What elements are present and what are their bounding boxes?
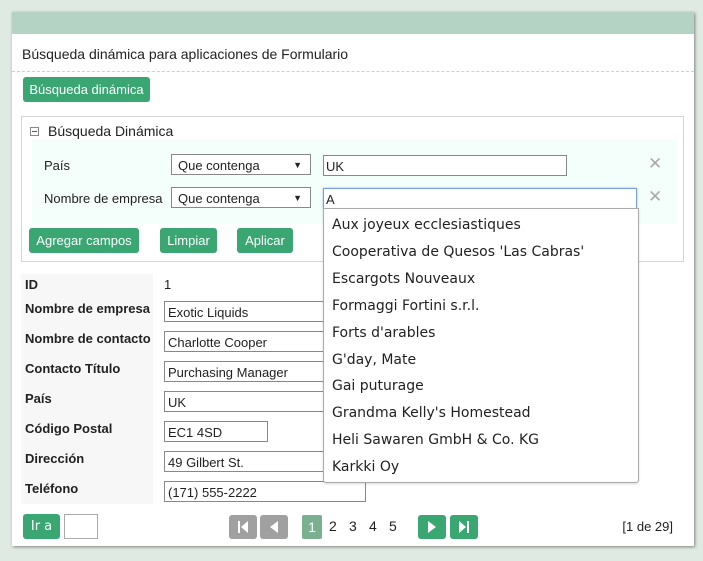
filter-value-input-country[interactable]: UK xyxy=(323,155,567,176)
field-label: Código Postal xyxy=(25,421,113,436)
add-fields-button[interactable]: Agregar campos xyxy=(29,228,139,253)
page-link[interactable]: 2 xyxy=(329,518,337,534)
autocomplete-option[interactable]: Escargots Nouveaux xyxy=(332,271,475,287)
postal-code-input[interactable]: EC1 4SD xyxy=(164,421,268,442)
autocomplete-dropdown: Aux joyeux ecclesiastiques Cooperativa d… xyxy=(323,208,639,483)
autocomplete-option[interactable]: Forts d'arables xyxy=(332,325,435,341)
field-label: Nombre de empresa xyxy=(25,301,150,316)
field-label: Contacto Título xyxy=(25,361,121,376)
company-name-input[interactable]: Exotic Liquids xyxy=(164,301,334,322)
dynamic-search-button[interactable]: Búsqueda dinámica xyxy=(23,77,150,102)
autocomplete-option[interactable]: Grandma Kelly's Homestead xyxy=(332,405,531,421)
search-panel-title: Búsqueda Dinámica xyxy=(48,123,174,139)
autocomplete-option[interactable]: Cooperativa de Quesos 'Las Cabras' xyxy=(332,244,584,260)
autocomplete-option[interactable]: Karkki Oy xyxy=(332,459,399,475)
autocomplete-option[interactable]: Aux joyeux ecclesiastiques xyxy=(332,217,521,233)
last-page-icon xyxy=(459,521,469,533)
last-page-button[interactable] xyxy=(450,515,478,539)
apply-button[interactable]: Aplicar xyxy=(237,228,293,253)
autocomplete-option[interactable]: Gai puturage xyxy=(332,378,424,394)
clear-button[interactable]: Limpiar xyxy=(160,228,217,253)
page-link[interactable]: 4 xyxy=(369,518,377,534)
form-panel: Búsqueda dinámica para aplicaciones de F… xyxy=(12,12,694,546)
page-link-current[interactable]: 1 xyxy=(302,515,322,539)
autocomplete-option[interactable]: G'day, Mate xyxy=(332,352,416,368)
prev-page-icon xyxy=(270,521,278,533)
filter-value-input-company[interactable]: A xyxy=(323,188,637,209)
autocomplete-option[interactable]: Heli Sawaren GmbH & Co. KG xyxy=(332,432,539,448)
page-link[interactable]: 3 xyxy=(349,518,357,534)
address-input[interactable]: 49 Gilbert St. xyxy=(164,451,334,472)
contact-title-input[interactable]: Purchasing Manager xyxy=(164,361,334,382)
next-page-icon xyxy=(428,521,436,533)
remove-filter-icon[interactable]: ✕ xyxy=(648,154,662,174)
record-count: [1 de 29] xyxy=(622,519,673,534)
operator-value: Que contenga xyxy=(178,191,260,206)
page-link[interactable]: 5 xyxy=(389,518,397,534)
collapse-icon[interactable] xyxy=(30,126,39,136)
goto-page-button[interactable]: Ir a xyxy=(23,514,60,539)
filter-operator-select-company[interactable]: Que contenga ▼ xyxy=(171,187,311,208)
field-label: País xyxy=(25,391,52,406)
operator-value: Que contenga xyxy=(178,158,260,173)
filter-label-company: Nombre de empresa xyxy=(44,191,163,206)
field-label: Dirección xyxy=(25,451,85,466)
field-label-id: ID xyxy=(25,277,38,292)
first-page-button[interactable] xyxy=(229,515,257,539)
phone-input[interactable]: (171) 555-2222 xyxy=(164,481,366,502)
contact-name-input[interactable]: Charlotte Cooper xyxy=(164,331,334,352)
field-label: Nombre de contacto xyxy=(25,331,151,346)
prev-page-button[interactable] xyxy=(260,515,288,539)
next-page-button[interactable] xyxy=(418,515,446,539)
search-panel-header[interactable]: Búsqueda Dinámica xyxy=(30,123,173,139)
remove-filter-icon[interactable]: ✕ xyxy=(648,187,662,207)
panel-header-bar xyxy=(12,12,694,34)
country-input[interactable]: UK xyxy=(164,391,334,412)
dropdown-arrow-icon: ▼ xyxy=(293,193,302,203)
field-label: Teléfono xyxy=(25,481,79,496)
filter-label-country: País xyxy=(44,158,71,173)
field-value-id: 1 xyxy=(164,277,172,292)
filter-operator-select-country[interactable]: Que contenga ▼ xyxy=(171,154,311,175)
page-title: Búsqueda dinámica para aplicaciones de F… xyxy=(22,46,349,62)
first-page-icon xyxy=(238,521,248,533)
dropdown-arrow-icon: ▼ xyxy=(293,160,302,170)
divider xyxy=(12,71,694,72)
autocomplete-option[interactable]: Formaggi Fortini s.r.l. xyxy=(332,298,479,314)
goto-page-input[interactable] xyxy=(64,514,98,539)
